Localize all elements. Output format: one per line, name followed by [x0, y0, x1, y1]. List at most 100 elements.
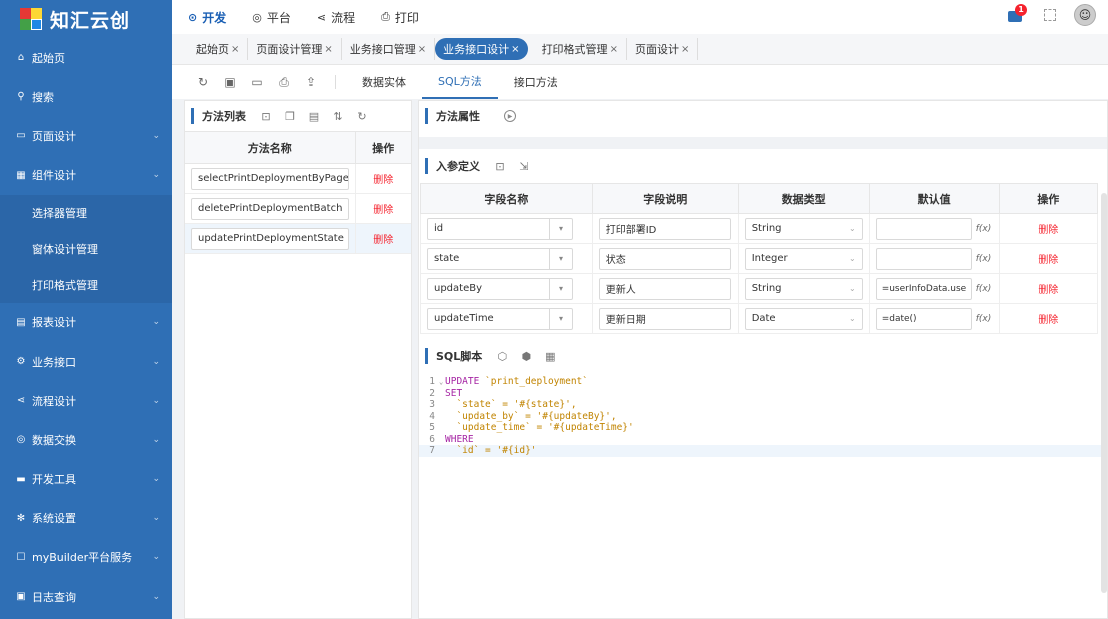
sidebar-subitem[interactable]: 窗体设计管理	[0, 230, 172, 267]
default-value-input[interactable]: =userInfoData.use	[875, 277, 972, 300]
sidebar-subitem[interactable]: 打印格式管理	[0, 266, 172, 303]
top-nav-item[interactable]: ⊙ 开发	[188, 9, 226, 26]
table-row[interactable]: selectPrintDeploymentByPage 删除	[185, 163, 411, 194]
sql-template-icon[interactable]: ▦	[544, 350, 556, 363]
field-desc-input[interactable]: 更新人	[598, 277, 731, 300]
sidebar-item[interactable]: ▣ 日志查询 ⌄	[0, 577, 172, 616]
sql-editor[interactable]: 1 ⌄ UPDATE `print_deployment` 2 SET 3 `state`…	[419, 374, 1107, 457]
delete-link[interactable]: 删除	[373, 175, 393, 186]
close-icon[interactable]: ×	[231, 44, 239, 55]
data-type-select[interactable]: Date ⌄	[744, 307, 863, 330]
field-name-select[interactable]: state ▾	[427, 247, 573, 270]
top-nav-item[interactable]: ⋖ 流程	[317, 9, 355, 26]
function-icon[interactable]: f(x)	[976, 284, 992, 294]
field-name-cell: updateTime ▾	[420, 303, 593, 334]
sidebar-item[interactable]: ✻ 系统设置 ⌄	[0, 499, 172, 538]
page-tab[interactable]: 业务接口管理 ×	[342, 38, 436, 60]
sidebar-item[interactable]: ▭ 页面设计 ⌄	[0, 116, 172, 155]
sub-tab[interactable]: 接口方法	[498, 65, 574, 99]
vertical-scrollbar[interactable]	[1101, 193, 1107, 593]
function-icon[interactable]: f(x)	[976, 224, 992, 234]
delete-link[interactable]: 删除	[373, 205, 393, 216]
data-type-select[interactable]: String ⌄	[744, 217, 863, 240]
export-icon[interactable]: ⇪	[304, 75, 318, 89]
top-nav-label: 平台	[266, 10, 291, 25]
page-tab[interactable]: 打印格式管理 ×	[534, 38, 627, 60]
format-sql-icon[interactable]: ⬡	[496, 350, 508, 363]
add-icon[interactable]: ⊡	[260, 110, 272, 123]
copy-icon[interactable]: ❐	[284, 110, 296, 123]
default-value-input[interactable]: =date()	[875, 307, 972, 330]
page-tab[interactable]: 业务接口设计 ×	[435, 38, 528, 60]
field-desc-input[interactable]: 打印部署ID	[598, 217, 731, 240]
add-param-icon[interactable]: ⊡	[494, 160, 506, 173]
function-icon[interactable]: f(x)	[976, 254, 992, 264]
sub-tab[interactable]: 数据实体	[346, 65, 422, 99]
method-name-input[interactable]: updatePrintDeploymentState	[191, 227, 349, 250]
table-row[interactable]: deletePrintDeploymentBatch 删除	[185, 193, 411, 224]
data-type-select[interactable]: Integer ⌄	[744, 247, 863, 270]
table-row[interactable]: updatePrintDeploymentState 删除	[185, 223, 411, 254]
logo[interactable]: 知汇云创	[0, 0, 172, 38]
sort-icon[interactable]: ⇅	[332, 110, 344, 123]
field-desc-input[interactable]: 状态	[598, 247, 731, 270]
field-name-select[interactable]: updateBy ▾	[427, 277, 573, 300]
default-value-input[interactable]	[875, 217, 972, 240]
fullscreen-icon[interactable]	[1044, 9, 1056, 21]
field-name-select[interactable]: id ▾	[427, 217, 573, 240]
field-name-value: updateTime	[428, 308, 550, 329]
method-name-input[interactable]: deletePrintDeploymentBatch	[191, 197, 349, 220]
delete-link[interactable]: 删除	[1038, 315, 1058, 326]
messages-button[interactable]: 1	[1008, 4, 1027, 24]
select-param-icon[interactable]: ⇲	[518, 160, 530, 173]
data-type-select[interactable]: String ⌄	[744, 277, 863, 300]
function-icon[interactable]: f(x)	[976, 314, 992, 324]
default-value-input[interactable]	[875, 247, 972, 270]
delete-link[interactable]: 删除	[1038, 225, 1058, 236]
run-icon[interactable]: ▶	[504, 110, 516, 122]
delete-link[interactable]: 删除	[1038, 255, 1058, 266]
sidebar-item[interactable]: ⚲ 搜索	[0, 77, 172, 116]
sidebar-item[interactable]: ◎ 数据交换 ⌄	[0, 420, 172, 459]
page-tab[interactable]: 页面设计管理 ×	[248, 38, 342, 60]
refresh-list-icon[interactable]: ↻	[356, 110, 368, 123]
method-name-input[interactable]: selectPrintDeploymentByPage	[191, 167, 349, 190]
field-desc-input[interactable]: 更新日期	[598, 307, 731, 330]
top-nav-item[interactable]: ⎙ 打印	[381, 9, 419, 26]
sidebar-item-label: 流程设计	[32, 394, 76, 408]
field-name-cell: updateBy ▾	[420, 273, 593, 304]
save-icon[interactable]: ▣	[223, 75, 237, 89]
close-icon[interactable]: ×	[324, 44, 332, 55]
close-icon[interactable]: ×	[610, 44, 618, 55]
top-nav-item[interactable]: ◎ 平台	[252, 9, 291, 26]
page-tab[interactable]: 起始页 ×	[186, 38, 249, 60]
delete-link[interactable]: 删除	[1038, 285, 1058, 296]
sidebar-item[interactable]: ▬ 开发工具 ⌄	[0, 460, 172, 499]
refresh-icon[interactable]: ↻	[196, 75, 210, 89]
compress-sql-icon[interactable]: ⬢	[520, 350, 532, 363]
avatar[interactable]: ☺	[1074, 4, 1096, 26]
chevron-down-icon: ▾	[558, 224, 563, 233]
folder-icon[interactable]: ▭	[250, 75, 264, 89]
toolbar: ↻ ▣ ▭ ⎙ ⇪ 数据实体 SQL方法 接口方法	[172, 65, 1108, 99]
close-icon[interactable]: ×	[511, 44, 519, 55]
sidebar-item[interactable]: ▦ 组件设计 ⌄	[0, 156, 172, 195]
sidebar-item[interactable]: ⋖ 流程设计 ⌄	[0, 381, 172, 420]
sidebar-item[interactable]: ☐ myBuilder平台服务 ⌄	[0, 538, 172, 577]
sidebar-item-label: 业务接口	[32, 355, 76, 369]
sidebar-item[interactable]: ▤ 报表设计 ⌄	[0, 303, 172, 342]
sidebar-item[interactable]: ⌂ 起始页	[0, 38, 172, 77]
toolbar-divider	[335, 75, 336, 89]
section-marker	[425, 348, 428, 364]
sidebar-item[interactable]: ⚙ 业务接口 ⌄	[0, 342, 172, 381]
page-tab[interactable]: 页面设计 ×	[627, 38, 699, 60]
paste-icon[interactable]: ▤	[308, 110, 320, 123]
field-name-select[interactable]: updateTime ▾	[427, 307, 573, 330]
close-icon[interactable]: ×	[418, 44, 426, 55]
print-icon[interactable]: ⎙	[277, 75, 291, 89]
close-icon[interactable]: ×	[681, 44, 689, 55]
sidebar-subitem[interactable]: 选择器管理	[0, 194, 172, 231]
sub-tab[interactable]: SQL方法	[422, 65, 498, 99]
sidebar-item-label: 搜索	[32, 90, 54, 104]
delete-link[interactable]: 删除	[373, 235, 393, 246]
